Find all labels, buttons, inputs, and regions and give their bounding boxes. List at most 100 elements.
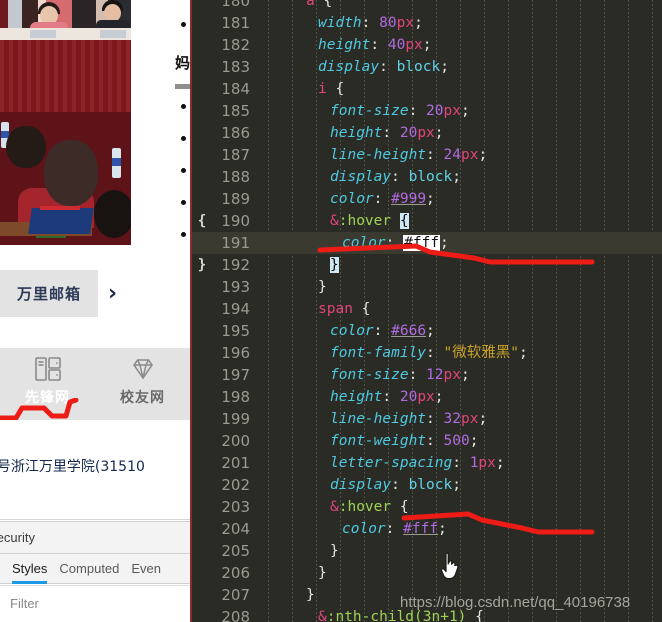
- line-number: 205: [221, 542, 250, 560]
- code-line[interactable]: 201 letter-spacing: 1px;: [192, 452, 662, 474]
- code-text[interactable]: a {: [258, 0, 332, 12]
- code-token: {: [399, 499, 409, 515]
- code-text[interactable]: height: 20px;: [258, 122, 444, 144]
- code-line[interactable]: 184 i {: [192, 78, 662, 100]
- code-text[interactable]: height: 40px;: [258, 34, 432, 56]
- code-token: block: [396, 59, 441, 75]
- wanli-mail-button[interactable]: 万里邮箱: [0, 270, 98, 317]
- code-text[interactable]: }: [258, 276, 327, 298]
- code-line[interactable]: 185 font-size: 20px;: [192, 100, 662, 122]
- code-line[interactable]: 203 &:hover {: [192, 496, 662, 518]
- tab-styles[interactable]: Styles: [12, 554, 48, 584]
- code-text[interactable]: line-height: 32px;: [258, 408, 487, 430]
- code-token: ;: [434, 389, 444, 405]
- code-line[interactable]: 204 color: #fff;: [192, 518, 662, 540]
- line-number: 198: [221, 388, 250, 406]
- code-token: #fff: [403, 235, 441, 251]
- code-line[interactable]: 207}: [192, 584, 662, 606]
- code-text[interactable]: i {: [258, 78, 344, 100]
- code-text[interactable]: font-weight: 500;: [258, 430, 478, 452]
- code-token: font-size: [330, 103, 409, 119]
- code-text[interactable]: color: #666;: [258, 320, 435, 342]
- code-line[interactable]: 191 color: #fff;: [192, 232, 662, 254]
- code-line[interactable]: 187 line-height: 24px;: [192, 144, 662, 166]
- code-text[interactable]: }: [258, 254, 339, 276]
- code-line[interactable]: 197 font-size: 12px;: [192, 364, 662, 386]
- code-line[interactable]: 180 a {: [192, 0, 662, 12]
- code-text[interactable]: width: 80px;: [258, 12, 423, 34]
- tab-computed[interactable]: Computed: [59, 554, 119, 584]
- code-token: font-size: [330, 367, 409, 383]
- code-token: 24: [443, 147, 461, 163]
- code-line[interactable]: 200 font-weight: 500;: [192, 430, 662, 452]
- quick-link-xiaoyouwang[interactable]: 校友网: [95, 348, 190, 420]
- code-text[interactable]: font-family: "微软雅黑";: [258, 342, 528, 364]
- code-line[interactable]: 198 height: 20px;: [192, 386, 662, 408]
- code-text[interactable]: span {: [258, 298, 370, 320]
- code-token: &: [318, 609, 327, 622]
- code-token: display: [330, 477, 392, 493]
- list-item-bullet: [181, 104, 186, 109]
- quick-link-xianfengwang[interactable]: 先锋网: [0, 348, 95, 420]
- css-editor-panel[interactable]: 180 a {181 width: 80px; 182 height: 40px; 183…: [190, 0, 662, 622]
- code-text[interactable]: &:hover {: [258, 496, 409, 518]
- code-line[interactable]: 186 height: 20px;: [192, 122, 662, 144]
- code-text[interactable]: }: [258, 584, 315, 606]
- code-token: }: [318, 565, 327, 581]
- code-token: px: [396, 15, 415, 31]
- code-line[interactable]: 188 display: block;: [192, 166, 662, 188]
- line-number: 199: [221, 410, 250, 428]
- code-line[interactable]: 206}: [192, 562, 662, 584]
- code-line[interactable]: } 192}: [192, 254, 662, 276]
- code-line[interactable]: 181 width: 80px;: [192, 12, 662, 34]
- code-text[interactable]: &:nth-child(3n+1) {: [258, 606, 484, 622]
- code-line[interactable]: 194 span {: [192, 298, 662, 320]
- code-line[interactable]: 208 &:nth-child(3n+1) {: [192, 606, 662, 622]
- code-text[interactable]: }: [258, 540, 339, 562]
- code-text[interactable]: display: block;: [258, 166, 461, 188]
- code-token: a: [306, 0, 315, 9]
- devtools-filter-row[interactable]: Filter: [0, 585, 190, 622]
- code-text[interactable]: font-size: 12px;: [258, 364, 470, 386]
- code-line[interactable]: 182 height: 40px;: [192, 34, 662, 56]
- code-text[interactable]: font-size: 20px;: [258, 100, 470, 122]
- code-token: :: [426, 411, 444, 427]
- tab-event-listeners[interactable]: Even: [131, 554, 161, 584]
- list-item-bullet: [181, 168, 186, 173]
- devtools-security-tab[interactable]: Security: [0, 530, 35, 545]
- code-text[interactable]: line-height: 24px;: [258, 144, 487, 166]
- code-text[interactable]: display: block;: [258, 474, 461, 496]
- code-text[interactable]: letter-spacing: 1px;: [258, 452, 505, 474]
- code-token: ;: [414, 15, 423, 31]
- code-text[interactable]: height: 20px;: [258, 386, 444, 408]
- code-line[interactable]: 202 display: block;: [192, 474, 662, 496]
- code-line[interactable]: 195 color: #666;: [192, 320, 662, 342]
- code-text[interactable]: }: [258, 562, 327, 584]
- code-text[interactable]: color: #999;: [258, 188, 435, 210]
- code-text[interactable]: color: #fff;: [258, 232, 449, 254]
- code-token: {: [475, 609, 484, 622]
- chevron-right-icon[interactable]: ›: [108, 281, 117, 306]
- code-token: "微软雅黑": [443, 345, 519, 361]
- code-line[interactable]: 193}: [192, 276, 662, 298]
- code-line[interactable]: 199 line-height: 32px;: [192, 408, 662, 430]
- filter-input[interactable]: Filter: [10, 596, 39, 611]
- line-number: 194: [221, 300, 250, 318]
- code-line[interactable]: 205}: [192, 540, 662, 562]
- screenshot-root: 妈 万里邮箱 › 先锋网 校友网 号浙江万里学院(31510 ecurity S…: [0, 0, 662, 622]
- code-text[interactable]: &:hover {: [258, 210, 409, 232]
- line-number: 192: [221, 256, 250, 274]
- code-token: ;: [422, 37, 432, 53]
- code-line[interactable]: 183 display: block;: [192, 56, 662, 78]
- code-text[interactable]: display: block;: [258, 56, 449, 78]
- code-token: :: [426, 433, 444, 449]
- code-token: :: [426, 345, 444, 361]
- code-text[interactable]: color: #fff;: [258, 518, 447, 540]
- code-line[interactable]: 196 font-family: "微软雅黑";: [192, 342, 662, 364]
- code-token: 20: [399, 125, 418, 141]
- code-line-list[interactable]: 180 a {181 width: 80px; 182 height: 40px; 183…: [192, 0, 662, 622]
- code-token: display: [318, 59, 380, 75]
- code-line[interactable]: {190 &:hover {: [192, 210, 662, 232]
- code-line[interactable]: 189 color: #999;: [192, 188, 662, 210]
